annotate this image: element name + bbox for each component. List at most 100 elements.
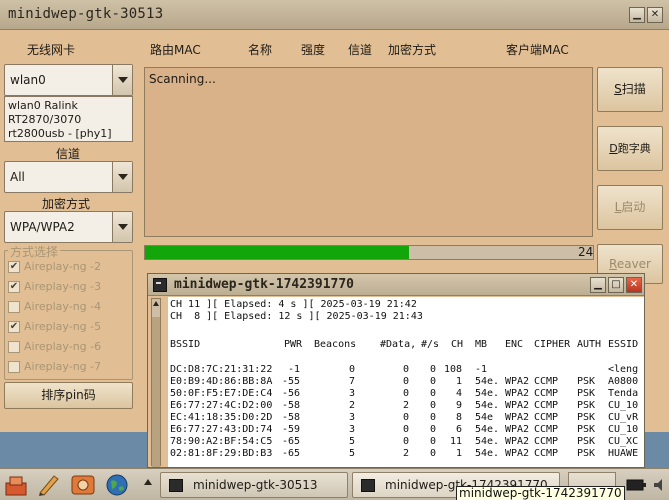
method-group-label: 方式选择 bbox=[8, 243, 61, 260]
pencil-icon[interactable] bbox=[36, 473, 62, 497]
method-option-label: Aireplay-ng -4 bbox=[24, 300, 102, 313]
terminal-icon bbox=[153, 278, 167, 292]
maximize-button[interactable]: □ bbox=[608, 277, 624, 293]
window-title: minidwep-gtk-30513 bbox=[8, 6, 164, 22]
dictionary-button[interactable]: D跑字典 bbox=[597, 126, 663, 171]
checkbox-checked-icon[interactable]: ✔ bbox=[8, 321, 20, 333]
checkbox-icon[interactable] bbox=[8, 361, 20, 373]
scan-progress-bar bbox=[144, 245, 594, 260]
terminal-cell: 1 bbox=[455, 448, 462, 459]
terminal-column-header: CIPHER bbox=[534, 339, 571, 350]
checkbox-icon[interactable] bbox=[8, 301, 20, 313]
terminal-cell: WPA2 bbox=[505, 412, 530, 423]
scan-hotkey: S bbox=[614, 82, 622, 96]
battery-icon[interactable] bbox=[626, 477, 648, 493]
terminal-cell: -56 bbox=[281, 388, 300, 399]
terminal-cell: 2 bbox=[402, 448, 409, 459]
minimize-button[interactable]: ▁ bbox=[629, 7, 645, 23]
encryption-label: 加密方式 bbox=[42, 197, 91, 211]
terminal-cell: CU_vR bbox=[608, 412, 639, 423]
terminal-output[interactable]: CH 11 ][ Elapsed: 4 s ][ 2025-03-19 21:4… bbox=[168, 297, 644, 467]
close-button[interactable]: ✕ bbox=[626, 277, 642, 293]
terminal-cell: WPA2 bbox=[505, 424, 530, 435]
terminal-column-header: Beacons bbox=[314, 339, 357, 350]
start-button[interactable]: L启动 bbox=[597, 185, 663, 230]
globe-icon[interactable] bbox=[104, 473, 130, 497]
interface-info-line: RT2870/3070 bbox=[8, 113, 82, 126]
chevron-down-icon[interactable] bbox=[112, 212, 132, 242]
title-bar[interactable]: minidwep-gtk-30513 ▁ ✕ bbox=[0, 0, 669, 30]
terminal-cell: 0 bbox=[429, 424, 436, 435]
scan-label: 扫描 bbox=[621, 82, 646, 96]
taskbar-item-main[interactable]: minidwep-gtk-30513 bbox=[160, 472, 348, 498]
method-option-label: Aireplay-ng -7 bbox=[24, 360, 102, 373]
interface-value: wlan0 bbox=[10, 73, 46, 87]
terminal-cell: 54e. bbox=[475, 388, 500, 399]
terminal-cell: CCMP bbox=[534, 412, 559, 423]
col-router-mac: 路由MAC bbox=[150, 43, 201, 57]
encryption-select[interactable]: WPA/WPA2 bbox=[4, 211, 133, 243]
terminal-cell: PSK bbox=[577, 448, 596, 459]
terminal-cell: 50:0F:F5:E7:DE:C4 bbox=[170, 388, 273, 399]
image-editor-icon[interactable] bbox=[70, 473, 96, 497]
chevron-down-icon[interactable] bbox=[112, 162, 132, 192]
scan-button[interactable]: S扫描 bbox=[597, 67, 663, 112]
terminal-cell: 0 bbox=[402, 388, 409, 399]
checkbox-checked-icon[interactable]: ✔ bbox=[8, 281, 20, 293]
terminal-cell: 54e. bbox=[475, 448, 500, 459]
method-option-label: Aireplay-ng -6 bbox=[24, 340, 102, 353]
terminal-column-header: #Data, bbox=[380, 339, 417, 350]
terminal-cell: EC:41:18:35:D0:2D bbox=[170, 412, 273, 423]
terminal-cell: CCMP bbox=[534, 400, 559, 411]
volume-icon[interactable] bbox=[652, 477, 668, 493]
terminal-cell: 02:81:8F:29:BD:B3 bbox=[170, 448, 273, 459]
terminal-cell: CCMP bbox=[534, 376, 559, 387]
terminal-cell: CU_10 bbox=[608, 424, 639, 435]
ap-list[interactable]: Scanning... bbox=[144, 67, 593, 237]
scroll-thumb[interactable] bbox=[152, 317, 160, 467]
terminal-cell: 0 bbox=[429, 388, 436, 399]
terminal-cell: E6:77:27:43:DD:74 bbox=[170, 424, 273, 435]
chevron-down-icon[interactable] bbox=[112, 65, 132, 95]
terminal-cell: CCMP bbox=[534, 448, 559, 459]
dictionary-hotkey: D bbox=[609, 142, 618, 155]
terminal-title-bar[interactable]: minidwep-gtk-1742391770 ▁ □ ✕ bbox=[148, 274, 644, 296]
terminal-cell: WPA2 bbox=[505, 436, 530, 447]
terminal-cell: WPA2 bbox=[505, 376, 530, 387]
minimize-button[interactable]: ▁ bbox=[590, 277, 606, 293]
terminal-cell: -58 bbox=[281, 412, 300, 423]
terminal-cell: 5 bbox=[348, 436, 355, 447]
terminal-cell: 9 bbox=[455, 400, 462, 411]
terminal-cell: -1 bbox=[287, 364, 300, 375]
terminal-cell: 0 bbox=[429, 436, 436, 447]
channel-select[interactable]: All bbox=[4, 161, 133, 193]
terminal-cell: <leng bbox=[608, 364, 639, 375]
wireless-card-label: 无线网卡 bbox=[27, 43, 76, 57]
terminal-cell: -58 bbox=[281, 400, 300, 411]
channel-label: 信道 bbox=[56, 147, 81, 161]
col-encryption: 加密方式 bbox=[388, 43, 437, 57]
terminal-scrollbar[interactable] bbox=[151, 298, 161, 467]
terminal-cell: PSK bbox=[577, 376, 596, 387]
close-button[interactable]: ✕ bbox=[647, 7, 663, 23]
app-launcher-icon[interactable] bbox=[4, 473, 30, 497]
reaver-hotkey: R bbox=[609, 257, 617, 271]
terminal-cell: 54e. bbox=[475, 376, 500, 387]
terminal-cell: 0 bbox=[402, 424, 409, 435]
terminal-cell: PSK bbox=[577, 436, 596, 447]
terminal-cell: 54e. bbox=[475, 424, 500, 435]
checkbox-icon[interactable] bbox=[8, 341, 20, 353]
terminal-cell: -59 bbox=[281, 424, 300, 435]
method-option-label: Aireplay-ng -5 bbox=[24, 320, 102, 333]
terminal-column-header: MB bbox=[475, 339, 488, 350]
sort-pin-button[interactable]: 排序pin码 bbox=[4, 382, 133, 409]
chevron-up-icon[interactable] bbox=[144, 479, 152, 485]
interface-select[interactable]: wlan0 bbox=[4, 64, 133, 96]
terminal-cell: HUAWE bbox=[608, 448, 639, 459]
method-option-label: Aireplay-ng -3 bbox=[24, 280, 102, 293]
checkbox-checked-icon[interactable]: ✔ bbox=[8, 261, 20, 273]
scroll-up-icon[interactable] bbox=[153, 301, 159, 306]
terminal-cell: 54e. bbox=[475, 400, 500, 411]
terminal-title: minidwep-gtk-1742391770 bbox=[174, 277, 355, 292]
terminal-icon bbox=[361, 479, 375, 492]
